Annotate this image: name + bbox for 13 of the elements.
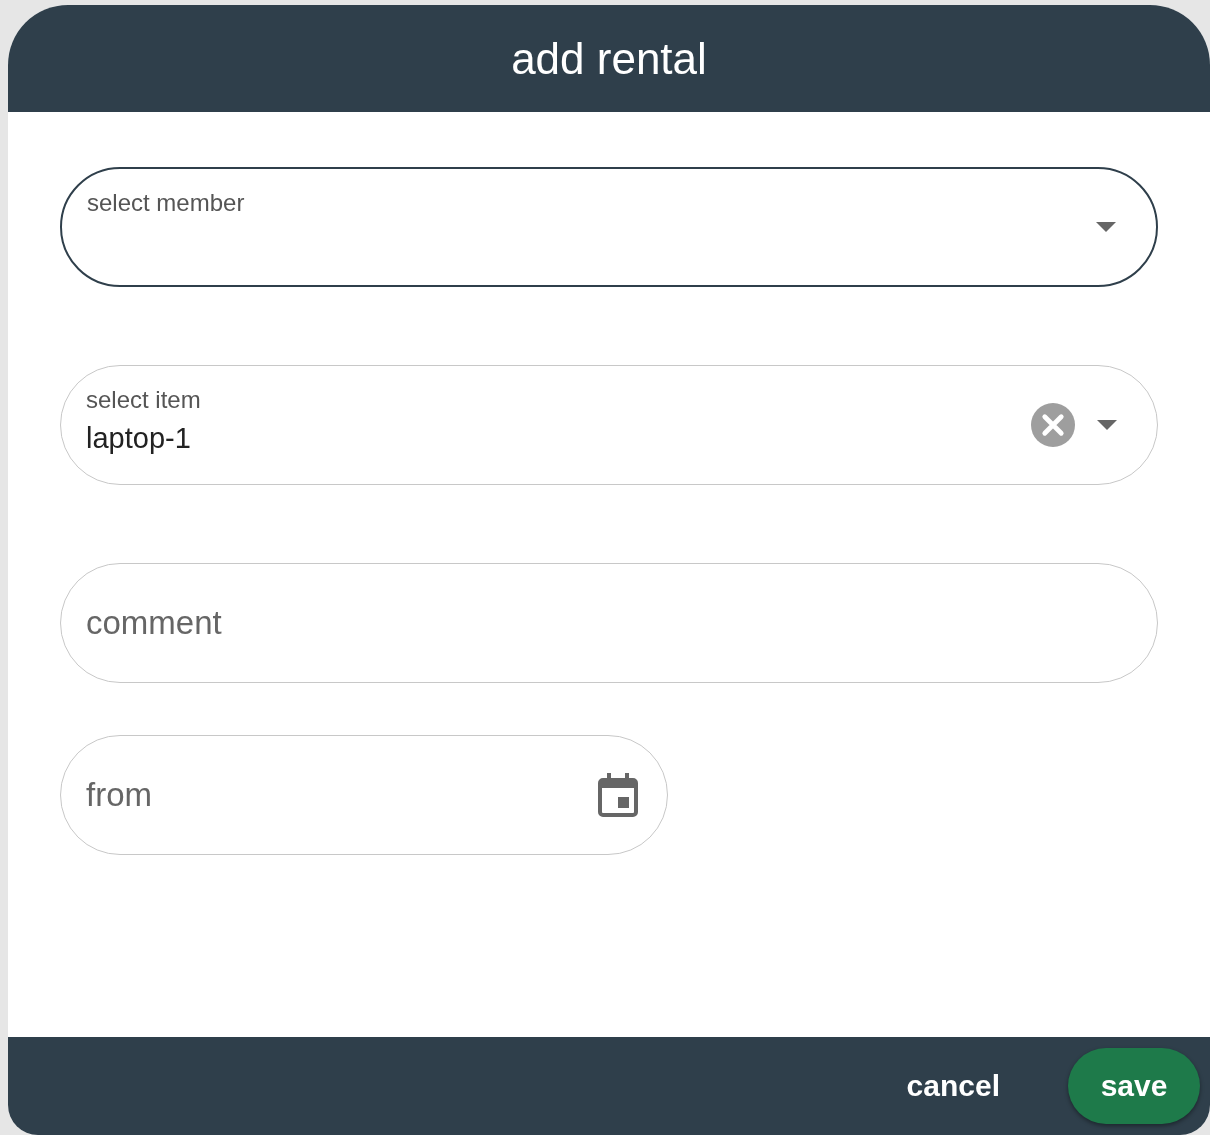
save-button[interactable]: save [1068,1048,1200,1124]
field-value: laptop-1 [86,422,192,455]
comment-field[interactable]: comment [60,563,1158,683]
caret-icon[interactable] [1097,420,1117,430]
date-field[interactable]: from [60,735,668,855]
calendar-icon[interactable] [598,773,638,817]
cancel-button[interactable]: cancel [896,1059,1010,1113]
clear-icon[interactable] [1031,403,1075,447]
dialog-title: add rental [511,33,707,84]
caret-icon[interactable] [1096,222,1116,232]
select-field[interactable]: select member [60,167,1158,287]
field-label: select item [86,386,202,414]
field-label: select member [87,189,246,217]
